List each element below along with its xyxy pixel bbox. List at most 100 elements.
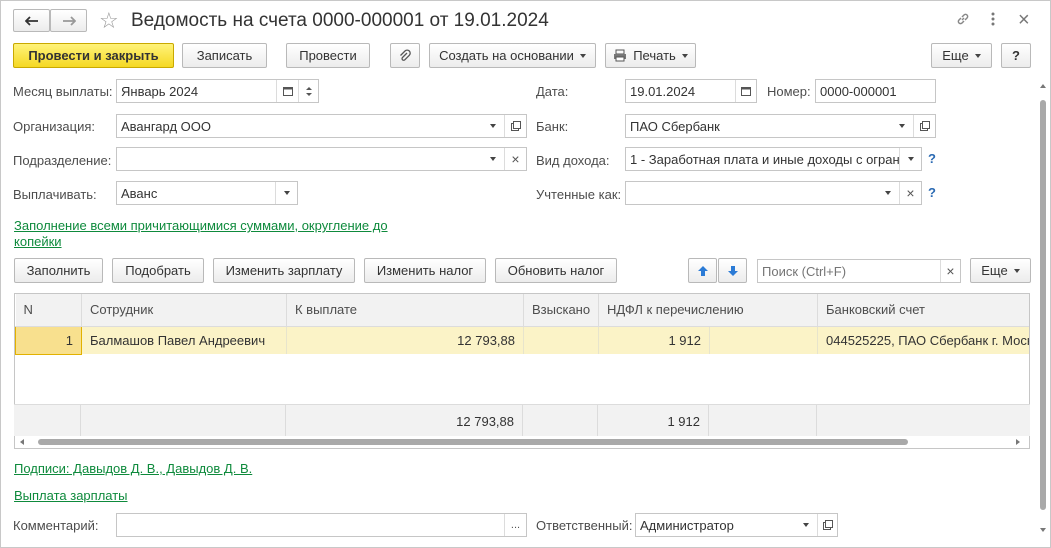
forward-button[interactable] [50, 9, 87, 32]
table-totals-row: 12 793,88 1 912 [14, 404, 1030, 437]
col-header-to-pay[interactable]: К выплате [286, 294, 524, 327]
col-header-employee[interactable]: Сотрудник [81, 294, 287, 327]
chevron-down-icon[interactable] [795, 514, 817, 536]
open-icon[interactable] [913, 115, 935, 137]
col-header-bank-account[interactable]: Банковский счет [817, 294, 1029, 327]
chevron-down-icon [974, 53, 981, 58]
pay-field[interactable]: Аванс [116, 181, 298, 205]
chevron-down-icon[interactable] [482, 115, 504, 137]
clear-search-icon[interactable]: × [940, 260, 960, 282]
fill-button[interactable]: Заполнить [14, 258, 103, 283]
chevron-down-icon [1013, 268, 1020, 273]
row-collected[interactable] [523, 326, 599, 354]
scroll-right-icon[interactable] [1016, 439, 1020, 445]
totals-cell-employee [81, 405, 286, 437]
fill-settings-link[interactable]: Заполнение всеми причитающимися суммами,… [14, 218, 388, 233]
move-down-button[interactable] [718, 258, 747, 283]
responsible-field[interactable]: Администратор [635, 513, 838, 537]
number-field[interactable]: 0000-000001 [815, 79, 936, 103]
back-button[interactable] [13, 9, 50, 32]
more-button[interactable]: Еще [931, 43, 992, 68]
arrow-down-icon [727, 265, 738, 276]
income-type-help-icon[interactable]: ? [928, 151, 936, 166]
row-ndfl[interactable]: 1 912 [598, 326, 710, 354]
change-tax-button[interactable]: Изменить налог [364, 258, 486, 283]
chevron-down-icon[interactable] [891, 115, 913, 137]
table-row[interactable]: 1 Балмашов Павел Андреевич 12 793,88 1 9… [15, 325, 1029, 355]
fill-settings-link-line2[interactable]: копейки [14, 234, 62, 249]
search-field[interactable]: × [757, 259, 961, 283]
close-icon[interactable]: × [1018, 9, 1030, 32]
help-button[interactable]: ? [1001, 43, 1031, 68]
pick-button[interactable]: Подобрать [112, 258, 204, 283]
more-menu-icon[interactable] [991, 12, 995, 26]
chevron-down-icon[interactable] [482, 148, 504, 170]
counted-as-help-icon[interactable]: ? [928, 185, 936, 200]
bank-field[interactable]: ПАО Сбербанк [625, 114, 936, 138]
organization-label: Организация: [13, 119, 96, 134]
row-to-pay[interactable]: 12 793,88 [286, 326, 524, 354]
chevron-down-icon[interactable] [877, 182, 899, 204]
comment-field[interactable]: ... [116, 513, 527, 537]
open-icon[interactable] [504, 115, 526, 137]
clear-icon[interactable]: × [504, 148, 526, 170]
signatures-link[interactable]: Подписи: Давыдов Д. В., Давыдов Д. В. [14, 461, 252, 476]
col-header-collected[interactable]: Взыскано [523, 294, 599, 327]
row-employee[interactable]: Балмашов Павел Андреевич [81, 326, 287, 354]
update-tax-button[interactable]: Обновить налог [495, 258, 617, 283]
more-options-icon[interactable]: ... [504, 514, 526, 536]
bank-label: Банк: [536, 119, 569, 134]
date-field[interactable]: 19.01.2024 [625, 79, 757, 103]
favorite-star-icon[interactable]: ☆ [99, 8, 119, 34]
row-extra[interactable] [709, 326, 819, 354]
chevron-down-icon [305, 92, 312, 96]
move-up-button[interactable] [688, 258, 717, 283]
scroll-left-icon[interactable] [20, 439, 24, 445]
vertical-scrollbar[interactable] [1038, 80, 1048, 540]
chevron-down-icon[interactable] [275, 182, 297, 204]
row-number[interactable]: 1 [15, 325, 82, 355]
table-header: N Сотрудник К выплате Взыскано НДФЛ к пе… [15, 294, 1029, 327]
totals-cell-n [14, 405, 81, 437]
chevron-down-icon[interactable] [899, 148, 921, 170]
totals-cell-collected [523, 405, 598, 437]
pay-month-field[interactable]: Январь 2024 [116, 79, 319, 103]
responsible-value: Администратор [640, 518, 734, 533]
arrow-right-icon [62, 15, 76, 26]
horizontal-scrollbar[interactable] [15, 436, 1029, 448]
calendar-icon[interactable] [276, 80, 298, 102]
post-and-close-button[interactable]: Провести и закрыть [13, 43, 174, 68]
totals-cell-extra [709, 405, 817, 437]
scroll-up-icon[interactable] [1040, 84, 1046, 88]
income-type-field[interactable]: 1 - Заработная плата и иные доходы с огр… [625, 147, 922, 171]
link-icon[interactable] [955, 11, 971, 30]
date-value: 19.01.2024 [630, 84, 696, 99]
post-button[interactable]: Провести [286, 43, 370, 68]
create-based-on-button[interactable]: Создать на основании [429, 43, 596, 68]
chevron-up-icon [305, 86, 312, 90]
col-header-ndfl[interactable]: НДФЛ к перечислению [598, 294, 819, 327]
clear-icon[interactable]: × [899, 182, 921, 204]
col-header-n[interactable]: N [15, 294, 82, 327]
open-icon[interactable] [817, 514, 837, 536]
calendar-icon[interactable] [735, 80, 756, 102]
pay-label: Выплачивать: [13, 187, 97, 202]
division-field[interactable]: × [116, 147, 527, 171]
vertical-scrollbar-thumb[interactable] [1040, 100, 1046, 510]
write-button[interactable]: Записать [182, 43, 267, 68]
scrollbar-thumb[interactable] [38, 439, 908, 445]
salary-payment-link[interactable]: Выплата зарплаты [14, 488, 128, 503]
create-based-on-label: Создать на основании [439, 48, 574, 63]
attach-button[interactable] [390, 43, 420, 68]
organization-field[interactable]: Авангард ООО [116, 114, 527, 138]
date-label: Дата: [536, 84, 569, 99]
counted-as-field[interactable]: × [625, 181, 922, 205]
printer-icon [614, 49, 627, 62]
scroll-down-icon[interactable] [1040, 528, 1046, 532]
change-salary-button[interactable]: Изменить зарплату [213, 258, 355, 283]
table-more-button[interactable]: Еще [970, 258, 1031, 283]
print-button[interactable]: Печать [605, 43, 696, 68]
search-input[interactable] [758, 260, 938, 282]
row-bank-account[interactable]: 044525225, ПАО Сбербанк г. Москва [817, 326, 1029, 354]
month-stepper[interactable] [298, 80, 318, 102]
